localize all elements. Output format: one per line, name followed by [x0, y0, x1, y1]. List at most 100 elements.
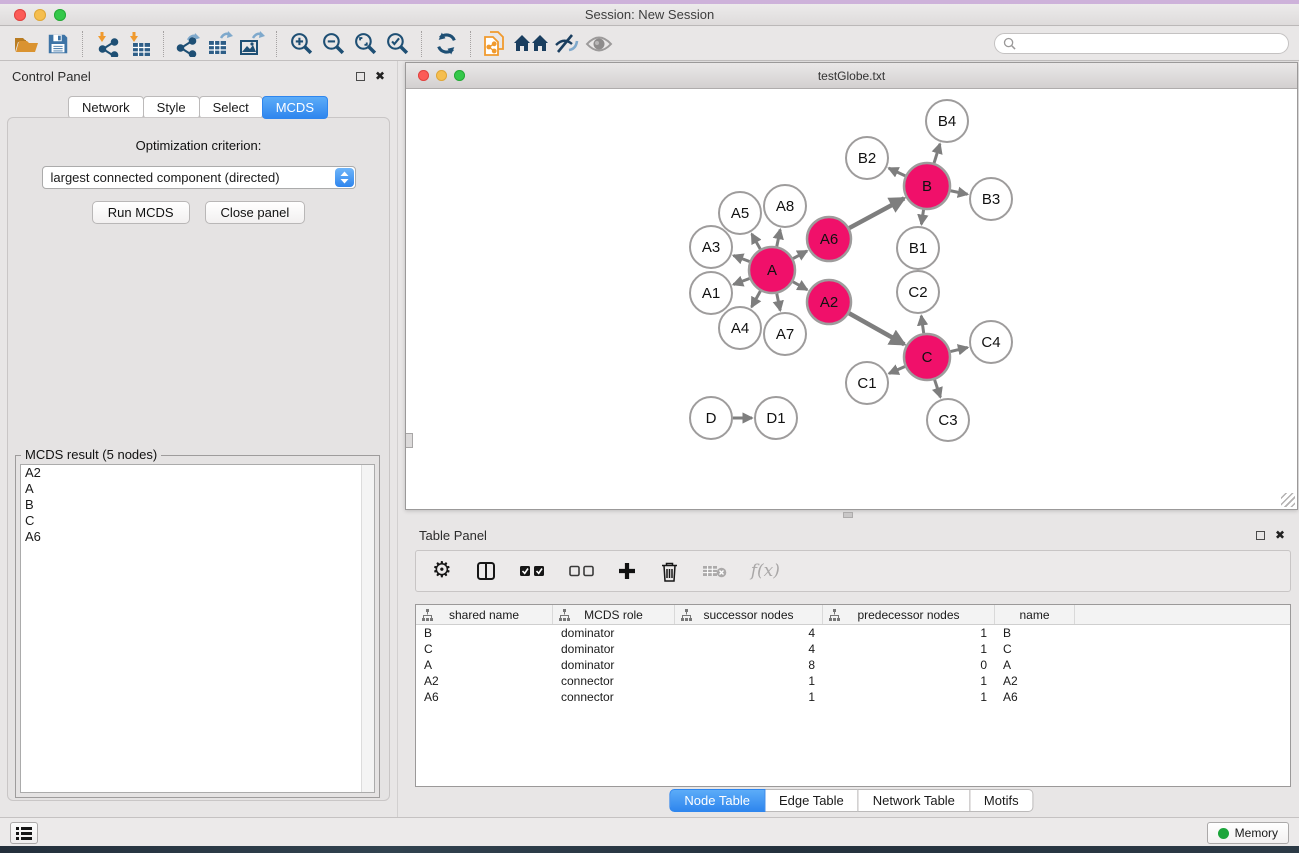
splitter-handle-left[interactable]: [406, 433, 413, 448]
open-session-button[interactable]: [10, 29, 42, 59]
graph-edge-A-A7[interactable]: [777, 294, 780, 311]
window-resize-grip[interactable]: [1281, 493, 1295, 507]
graph-node-C3[interactable]: C3: [927, 399, 969, 441]
deselect-all-button[interactable]: [569, 565, 594, 577]
hide-details-button[interactable]: [551, 29, 583, 59]
memory-button[interactable]: Memory: [1207, 822, 1289, 844]
add-column-button[interactable]: [618, 562, 636, 580]
column-header-successor-nodes[interactable]: successor nodes: [675, 605, 823, 624]
graph-edge-A-A3[interactable]: [733, 255, 749, 261]
show-columns-button[interactable]: [476, 561, 496, 581]
column-header-shared-name[interactable]: shared name: [416, 605, 553, 624]
zoom-fit-button[interactable]: [349, 29, 381, 59]
import-table-button[interactable]: [123, 29, 155, 59]
graph-node-A2[interactable]: A2: [807, 280, 851, 324]
criterion-dropdown[interactable]: largest connected component (directed): [42, 166, 356, 189]
column-header-MCDS-role[interactable]: MCDS role: [553, 605, 675, 624]
graph-node-B[interactable]: B: [904, 163, 950, 209]
tab-mcds[interactable]: MCDS: [262, 96, 328, 119]
zoom-selected-button[interactable]: [381, 29, 413, 59]
graph-edge-A-A1[interactable]: [733, 278, 749, 284]
export-table-button[interactable]: [204, 29, 236, 59]
birds-eye-view-button[interactable]: [583, 29, 615, 59]
close-panel-button[interactable]: Close panel: [205, 201, 306, 224]
task-history-button[interactable]: [10, 822, 38, 844]
graph-node-B4[interactable]: B4: [926, 100, 968, 142]
list-item[interactable]: A2: [21, 465, 374, 481]
zoom-out-button[interactable]: [317, 29, 349, 59]
graph-node-C2[interactable]: C2: [897, 271, 939, 313]
graph-edge-B-B1[interactable]: [921, 210, 923, 224]
graph-node-C4[interactable]: C4: [970, 321, 1012, 363]
clone-network-button[interactable]: [479, 29, 511, 59]
network-canvas[interactable]: B4 B2 B B3 A8A5 A6 A3 B1 A C2 A1 A2 A4A7 C4 C C1 D D1 C3: [406, 89, 1297, 509]
graph-node-D[interactable]: D: [690, 397, 732, 439]
graph-node-A8[interactable]: A8: [764, 185, 806, 227]
refresh-layout-button[interactable]: [430, 29, 462, 59]
search-input[interactable]: [1021, 37, 1280, 51]
graph-edge-A-A2[interactable]: [793, 282, 807, 290]
graph-edge-A-A8[interactable]: [777, 230, 780, 247]
graph-edge-A-A6[interactable]: [793, 251, 807, 259]
table-row[interactable]: Cdominator41C: [416, 641, 1290, 657]
table-row[interactable]: A6connector11A6: [416, 689, 1290, 705]
tab-style[interactable]: Style: [143, 96, 200, 119]
float-table-panel-icon[interactable]: [1256, 531, 1265, 540]
tab-motifs[interactable]: Motifs: [969, 789, 1034, 812]
graph-node-D1[interactable]: D1: [755, 397, 797, 439]
zoom-in-button[interactable]: [285, 29, 317, 59]
table-row[interactable]: Adominator80A: [416, 657, 1290, 673]
table-row[interactable]: Bdominator41B: [416, 625, 1290, 641]
search-field[interactable]: [994, 33, 1289, 54]
tab-select[interactable]: Select: [199, 96, 263, 119]
graph-node-A4[interactable]: A4: [719, 307, 761, 349]
list-item[interactable]: C: [21, 513, 374, 529]
graph-node-A[interactable]: A: [749, 247, 795, 293]
table-settings-button[interactable]: ⚙: [432, 560, 452, 582]
graph-node-A3[interactable]: A3: [690, 226, 732, 268]
graph-edge-C-C1[interactable]: [889, 367, 905, 374]
graph-node-A6[interactable]: A6: [807, 217, 851, 261]
graph-node-B2[interactable]: B2: [846, 137, 888, 179]
graph-node-B1[interactable]: B1: [897, 227, 939, 269]
graph-node-B3[interactable]: B3: [970, 178, 1012, 220]
list-item[interactable]: B: [21, 497, 374, 513]
tab-node-table[interactable]: Node Table: [669, 789, 765, 812]
graph-node-C[interactable]: C: [904, 334, 950, 380]
column-header-name[interactable]: name: [995, 605, 1075, 624]
splitter-handle-bottom[interactable]: [843, 512, 853, 518]
graph-edge-A-A5[interactable]: [752, 234, 761, 249]
graph-edge-A2-C[interactable]: [849, 313, 904, 344]
graph-edge-B-B2[interactable]: [889, 168, 906, 176]
tab-network[interactable]: Network: [68, 96, 144, 119]
list-item[interactable]: A: [21, 481, 374, 497]
home-fit-button[interactable]: [511, 29, 551, 59]
graph-edge-B-B4[interactable]: [934, 144, 940, 163]
graph-node-A5[interactable]: A5: [719, 192, 761, 234]
export-network-button[interactable]: [172, 29, 204, 59]
run-mcds-button[interactable]: Run MCDS: [92, 201, 190, 224]
close-panel-icon[interactable]: ✖: [375, 69, 385, 83]
graph-edge-C-C3[interactable]: [935, 380, 941, 397]
list-item[interactable]: A6: [21, 529, 374, 545]
network-graph[interactable]: B4 B2 B B3 A8A5 A6 A3 B1 A C2 A1 A2 A4A7 C4 C C1 D D1 C3: [406, 89, 1297, 509]
float-panel-icon[interactable]: [356, 72, 365, 81]
import-network-button[interactable]: [91, 29, 123, 59]
graph-edge-A-A4[interactable]: [752, 291, 761, 307]
graph-edge-A6-B[interactable]: [849, 198, 904, 228]
tab-edge-table[interactable]: Edge Table: [764, 789, 859, 812]
tab-network-table[interactable]: Network Table: [858, 789, 970, 812]
graph-edge-C-C4[interactable]: [950, 347, 967, 351]
network-window-titlebar[interactable]: testGlobe.txt: [406, 63, 1297, 89]
graph-node-A1[interactable]: A1: [690, 272, 732, 314]
graph-node-A7[interactable]: A7: [764, 313, 806, 355]
graph-edge-C-C2[interactable]: [921, 316, 923, 333]
column-header-predecessor-nodes[interactable]: predecessor nodes: [823, 605, 995, 624]
result-list-scrollbar[interactable]: [361, 465, 374, 792]
graph-edge-B-B3[interactable]: [951, 191, 968, 194]
delete-table-button[interactable]: [703, 564, 727, 578]
export-image-button[interactable]: [236, 29, 268, 59]
graph-node-C1[interactable]: C1: [846, 362, 888, 404]
save-session-button[interactable]: [42, 29, 74, 59]
delete-column-button[interactable]: [660, 561, 679, 582]
